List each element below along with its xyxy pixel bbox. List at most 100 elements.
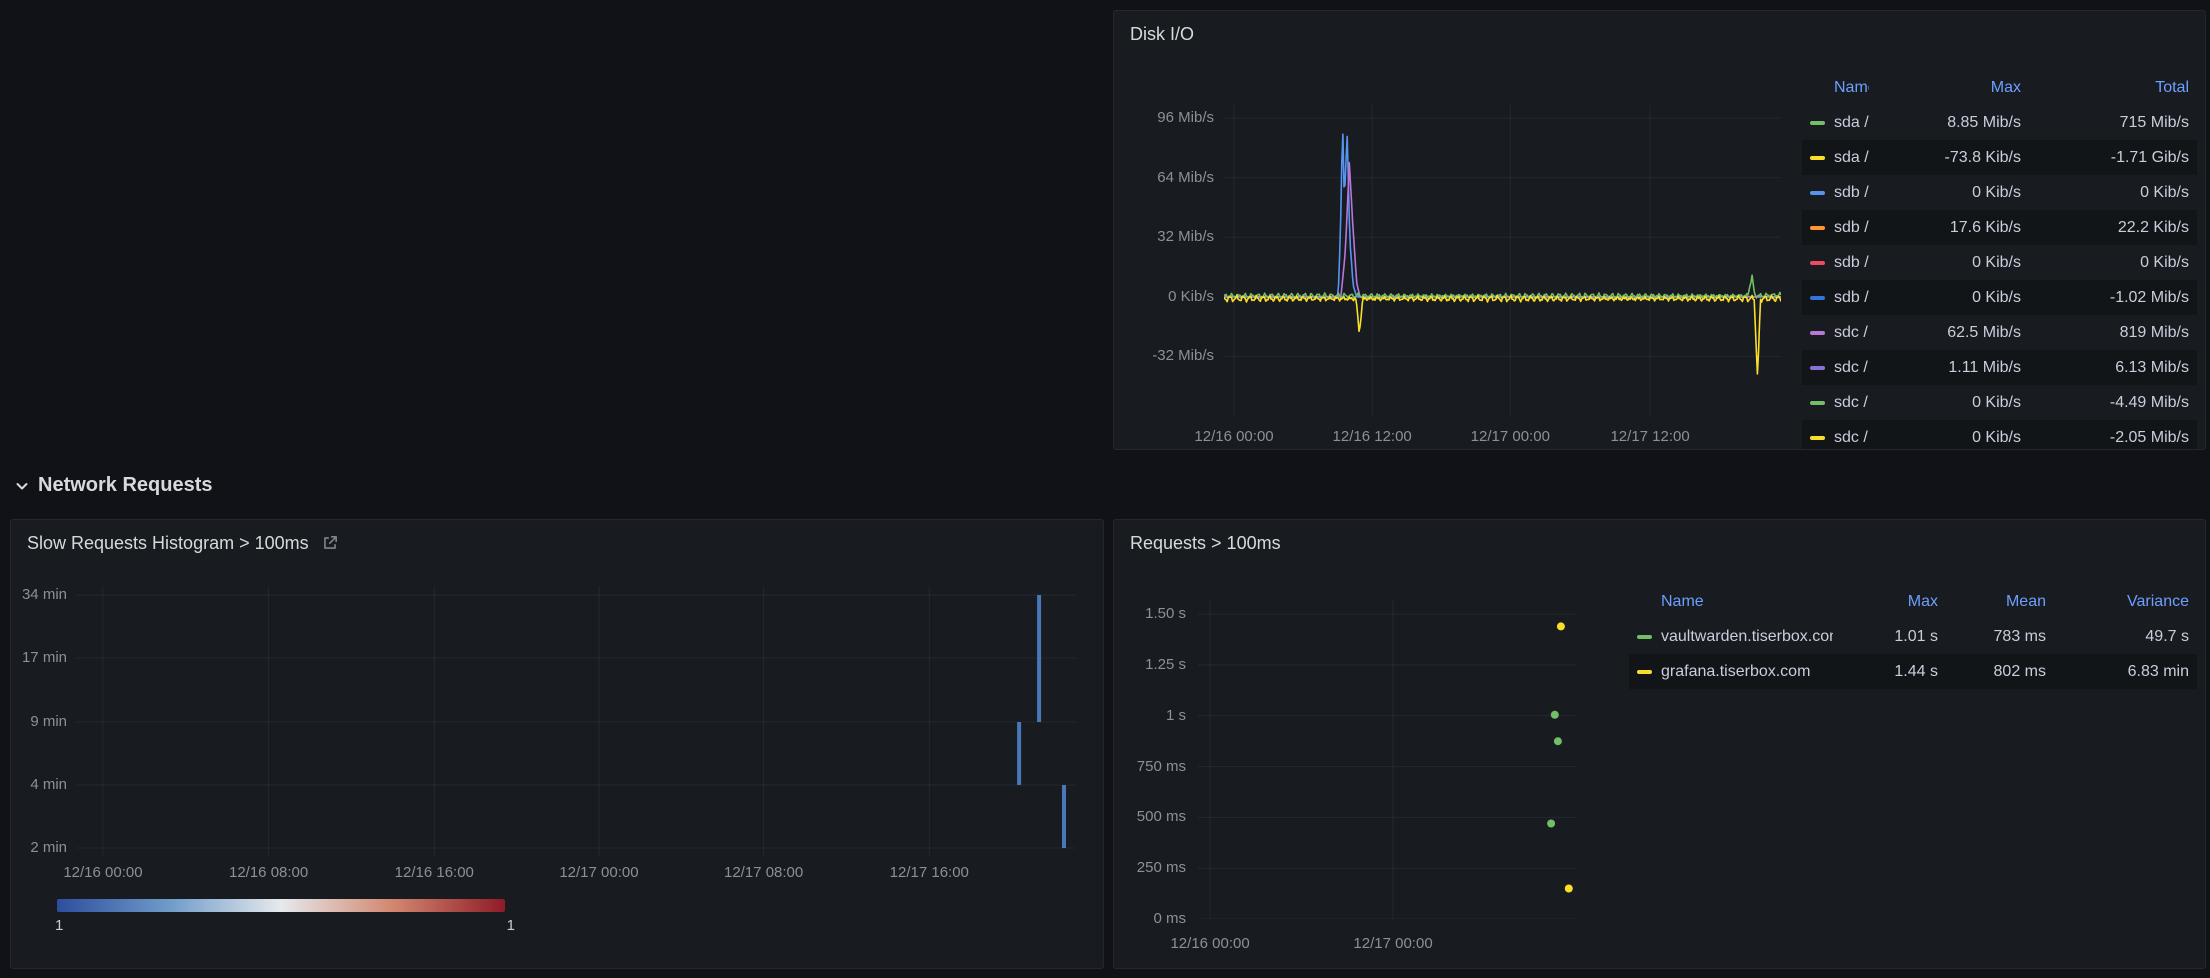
axis-tick-label: 12/16 08:00 bbox=[199, 863, 339, 883]
series-color-swatch bbox=[1810, 436, 1825, 440]
row-header-network-requests[interactable]: Network Requests bbox=[14, 474, 213, 497]
legend-value-max: 1.01 s bbox=[1833, 628, 1946, 646]
legend-row: sdc / writes0 Kib/s-2.05 Mib/s bbox=[1802, 420, 2197, 449]
legend-value-variance: 6.83 min bbox=[2054, 663, 2197, 681]
legend-value-mean: 783 ms bbox=[1946, 628, 2054, 646]
legend-value-variance: 49.7 s bbox=[2054, 628, 2197, 646]
requests-scatter-chart[interactable] bbox=[1198, 600, 1576, 919]
legend-row: sdb / reads17.6 Kib/s22.2 Kib/s bbox=[1802, 210, 2197, 245]
section-title: Network Requests bbox=[38, 474, 213, 497]
legend-value-mean: 802 ms bbox=[1946, 663, 2054, 681]
legend-series-name[interactable]: sdb / reads bbox=[1802, 184, 1869, 202]
axis-tick-label: 250 ms bbox=[1114, 858, 1186, 878]
axis-tick-label: 32 Mib/s bbox=[1114, 227, 1214, 247]
legend-series-name[interactable]: sdb / reads bbox=[1802, 219, 1869, 237]
axis-tick-label: 12/17 16:00 bbox=[859, 863, 999, 883]
axis-tick-label: 12/17 08:00 bbox=[694, 863, 834, 883]
series-color-swatch bbox=[1637, 635, 1652, 639]
panel-requests: Requests > 100ms NameMaxMeanVariancevaul… bbox=[1113, 519, 2206, 969]
external-link-icon[interactable] bbox=[321, 534, 339, 552]
axis-tick-label: 96 Mib/s bbox=[1114, 108, 1214, 128]
legend-value-total: 715 Mib/s bbox=[2029, 114, 2197, 132]
series-color-swatch bbox=[1810, 156, 1825, 160]
axis-tick-label: -32 Mib/s bbox=[1114, 346, 1214, 366]
panel-header: Requests > 100ms bbox=[1114, 520, 2205, 566]
series-color-swatch bbox=[1810, 296, 1825, 300]
chevron-down-icon bbox=[14, 478, 30, 494]
axis-tick-label: 12/16 12:00 bbox=[1302, 427, 1442, 447]
legend-row: vaultwarden.tiserbox.com1.01 s783 ms49.7… bbox=[1629, 619, 2197, 654]
legend-value-max: 0 Kib/s bbox=[1869, 394, 2029, 412]
series-color-swatch bbox=[1810, 331, 1825, 335]
series-color-swatch bbox=[1810, 366, 1825, 370]
axis-tick-label: 12/17 12:00 bbox=[1580, 427, 1720, 447]
panel-header: Disk I/O bbox=[1114, 11, 2205, 57]
legend-series-name[interactable]: sdc / reads bbox=[1802, 359, 1869, 377]
legend-series-name[interactable]: grafana.tiserbox.com bbox=[1629, 663, 1833, 681]
legend-value-max: 0 Kib/s bbox=[1869, 184, 2029, 202]
disk-io-chart[interactable] bbox=[1224, 105, 1781, 416]
axis-tick-label: 34 min bbox=[11, 585, 67, 605]
axis-tick-label: 12/17 00:00 bbox=[529, 863, 669, 883]
slow-requests-heatmap-canvas bbox=[77, 586, 1075, 857]
legend-row: sdc / writes0 Kib/s-4.49 Mib/s bbox=[1802, 385, 2197, 420]
legend-series-name[interactable]: sdb / writes bbox=[1802, 289, 1869, 307]
legend-value-max: 1.44 s bbox=[1833, 663, 1946, 681]
legend-value-total: 0 Kib/s bbox=[2029, 254, 2197, 272]
series-color-swatch bbox=[1810, 261, 1825, 265]
panel-title[interactable]: Requests > 100ms bbox=[1130, 533, 1281, 554]
legend-header-name[interactable]: Name bbox=[1629, 593, 1833, 611]
series-color-swatch bbox=[1810, 121, 1825, 125]
legend-header-row: NameMaxTotal bbox=[1802, 70, 2197, 105]
legend-value-total: -1.02 Mib/s bbox=[2029, 289, 2197, 307]
axis-tick-label: 12/16 00:00 bbox=[1164, 427, 1304, 447]
legend-series-name[interactable]: sda / reads bbox=[1802, 114, 1869, 132]
axis-tick-label: 12/16 16:00 bbox=[364, 863, 504, 883]
legend-row: sdb / reads0 Kib/s0 Kib/s bbox=[1802, 175, 2197, 210]
legend-series-name[interactable]: vaultwarden.tiserbox.com bbox=[1629, 628, 1833, 646]
axis-tick-label: 0 Kib/s bbox=[1114, 287, 1214, 307]
disk-io-chart-canvas bbox=[1224, 105, 1781, 416]
axis-tick-label: 12/17 00:00 bbox=[1440, 427, 1580, 447]
series-color-swatch bbox=[1637, 670, 1652, 674]
legend-header-row: NameMaxMeanVariance bbox=[1629, 584, 2197, 619]
slow-requests-heatmap[interactable] bbox=[77, 586, 1075, 857]
legend-row: sda / reads8.85 Mib/s715 Mib/s bbox=[1802, 105, 2197, 140]
legend-header-total[interactable]: Total bbox=[2029, 79, 2197, 97]
axis-tick-label: 17 min bbox=[11, 648, 67, 668]
panel-title[interactable]: Disk I/O bbox=[1130, 24, 1194, 45]
axis-tick-label: 750 ms bbox=[1114, 757, 1186, 777]
legend-row: sdc / reads1.11 Mib/s6.13 Mib/s bbox=[1802, 350, 2197, 385]
legend-header-max[interactable]: Max bbox=[1833, 593, 1946, 611]
legend-series-name[interactable]: sdb / writes bbox=[1802, 254, 1869, 272]
axis-tick-label: 500 ms bbox=[1114, 807, 1186, 827]
series-color-swatch bbox=[1810, 401, 1825, 405]
legend-header-max[interactable]: Max bbox=[1869, 79, 2029, 97]
axis-tick-label: 64 Mib/s bbox=[1114, 168, 1214, 188]
panel-header: Slow Requests Histogram > 100ms bbox=[11, 520, 1103, 566]
series-color-swatch bbox=[1810, 191, 1825, 195]
legend-series-name[interactable]: sda / writes bbox=[1802, 149, 1869, 167]
legend-series-name[interactable]: sdc / reads bbox=[1802, 324, 1869, 342]
color-scale-min-label: 1 bbox=[55, 917, 63, 934]
legend-value-max: -73.8 Kib/s bbox=[1869, 149, 2029, 167]
legend-value-total: 819 Mib/s bbox=[2029, 324, 2197, 342]
legend-series-name[interactable]: sdc / writes bbox=[1802, 394, 1869, 412]
panel-slow-requests-histogram: Slow Requests Histogram > 100ms 1 1 34 m… bbox=[10, 519, 1104, 969]
axis-tick-label: 9 min bbox=[11, 712, 67, 732]
legend-header-name[interactable]: Name bbox=[1802, 79, 1869, 97]
legend-header-mean[interactable]: Mean bbox=[1946, 593, 2054, 611]
legend-value-max: 8.85 Mib/s bbox=[1869, 114, 2029, 132]
panel-title[interactable]: Slow Requests Histogram > 100ms bbox=[27, 533, 309, 554]
legend-value-total: -4.49 Mib/s bbox=[2029, 394, 2197, 412]
axis-tick-label: 12/17 00:00 bbox=[1323, 934, 1463, 954]
legend-value-total: -2.05 Mib/s bbox=[2029, 429, 2197, 447]
heatmap-color-scale bbox=[57, 899, 505, 912]
legend-value-max: 17.6 Kib/s bbox=[1869, 219, 2029, 237]
legend-header-variance[interactable]: Variance bbox=[2054, 593, 2197, 611]
panel-disk-io: Disk I/O NameMaxTotalsda / reads8.85 Mib… bbox=[1113, 10, 2206, 450]
requests-chart-canvas bbox=[1198, 600, 1576, 919]
legend-value-total: 0 Kib/s bbox=[2029, 184, 2197, 202]
legend-series-name[interactable]: sdc / writes bbox=[1802, 429, 1869, 447]
axis-tick-label: 1 s bbox=[1114, 706, 1186, 726]
